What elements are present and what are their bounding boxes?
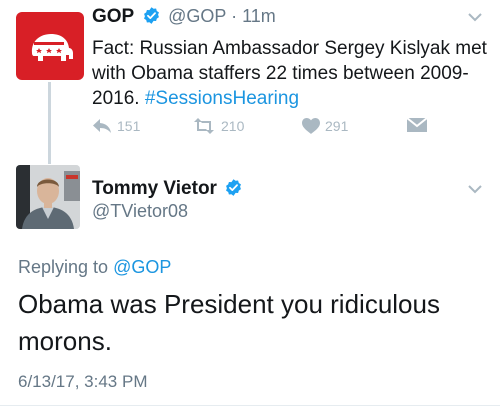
tommy-vietor-avatar[interactable] <box>16 165 80 229</box>
reply-tweet-text: Obama was President you ridiculous moron… <box>18 289 440 356</box>
parent-tweet-text: Fact: Russian Ambassador Sergey Kislyak … <box>92 36 487 111</box>
divider <box>0 405 500 406</box>
profile-photo-icon <box>16 165 80 229</box>
elephant-logo-icon <box>23 19 77 73</box>
time-separator: · <box>226 6 243 26</box>
chevron-down-icon[interactable] <box>468 184 482 194</box>
hashtag-link[interactable]: #SessionsHearing <box>145 88 299 109</box>
replying-to-mention[interactable]: @GOP <box>113 257 171 277</box>
verified-badge-icon <box>226 179 242 196</box>
tweet-action-bar: 151 210 291 <box>92 118 432 140</box>
verified-badge-icon <box>143 7 159 24</box>
gop-author-name[interactable]: GOP <box>92 6 134 27</box>
replying-to-label: Replying to <box>18 257 114 277</box>
tommy-author-name[interactable]: Tommy Vietor <box>92 178 217 199</box>
reply-timestamp[interactable]: 6/13/17, 3:43 PM <box>18 372 147 392</box>
like-action[interactable]: 291 <box>302 118 348 134</box>
reply-arrow-icon <box>93 119 111 133</box>
chevron-down-icon[interactable] <box>468 12 482 22</box>
reply-count: 151 <box>117 118 141 134</box>
retweet-count: 210 <box>221 118 245 134</box>
reply-action[interactable]: 151 <box>92 118 140 134</box>
tweet-time-ago[interactable]: 11m <box>242 6 276 26</box>
reply-header: Tommy Vietor <box>92 178 243 200</box>
envelope-icon <box>407 118 427 132</box>
thread-connector-line <box>48 82 51 164</box>
retweet-action[interactable]: 210 <box>192 118 244 134</box>
gop-avatar[interactable] <box>16 12 84 80</box>
heart-icon <box>302 118 320 134</box>
tommy-author-handle[interactable]: @TVietor08 <box>92 201 188 222</box>
direct-message-action[interactable] <box>407 118 427 132</box>
retweet-icon <box>194 118 214 134</box>
replying-to-line: Replying to @GOP <box>18 257 171 278</box>
parent-tweet-header: GOP @GOP · 11m <box>92 6 276 28</box>
gop-author-handle[interactable]: @GOP <box>168 6 226 26</box>
like-count: 291 <box>325 118 349 134</box>
